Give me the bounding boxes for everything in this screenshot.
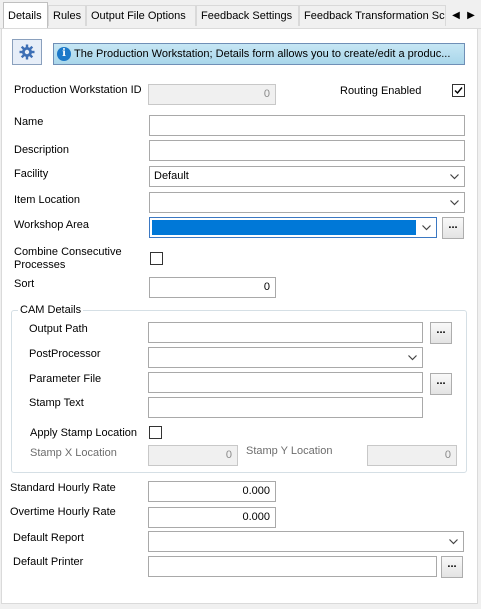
combine-label-line2: Processes	[14, 259, 66, 271]
output-path-input[interactable]	[148, 322, 423, 343]
postprocessor-select[interactable]	[148, 347, 423, 368]
facility-value: Default	[154, 170, 189, 182]
info-banner: i The Production Workstation; Details fo…	[53, 43, 465, 65]
facility-label: Facility	[14, 168, 49, 180]
apply-stamp-label: Apply Stamp Location	[30, 427, 138, 439]
default-report-select[interactable]	[148, 531, 464, 552]
workshop-area-browse-button[interactable]: ...	[442, 217, 464, 239]
sort-input[interactable]: 0	[149, 277, 276, 298]
description-label: Description	[14, 144, 70, 156]
chevron-down-icon[interactable]	[445, 168, 463, 185]
stamp-text-input[interactable]	[148, 397, 423, 418]
gear-icon	[12, 39, 42, 65]
default-printer-input[interactable]	[148, 556, 437, 577]
stamp-y-field[interactable]: 0	[367, 445, 457, 466]
default-printer-browse-button[interactable]: ...	[441, 556, 463, 578]
description-input[interactable]	[149, 140, 465, 161]
chevron-down-icon[interactable]	[444, 533, 462, 550]
cam-details-title: CAM Details	[18, 304, 84, 317]
facility-select[interactable]: Default	[149, 166, 465, 187]
parameter-file-browse-button[interactable]: ...	[430, 373, 452, 395]
name-input[interactable]	[149, 115, 465, 136]
stamp-text-label: Stamp Text	[29, 397, 84, 409]
routing-enabled-label: Routing Enabled	[340, 85, 422, 97]
tab-output-file-options[interactable]: Output File Options	[86, 5, 196, 26]
standard-rate-input[interactable]: 0.000	[148, 481, 276, 502]
output-path-browse-button[interactable]: ...	[430, 322, 452, 344]
stamp-x-label: Stamp X Location	[30, 447, 117, 459]
stamp-x-field[interactable]: 0	[148, 445, 238, 466]
item-location-label: Item Location	[14, 194, 81, 206]
chevron-down-icon[interactable]	[445, 194, 463, 211]
info-text: The Production Workstation; Details form…	[74, 48, 451, 60]
chevron-down-icon[interactable]	[403, 349, 421, 366]
postprocessor-label: PostProcessor	[29, 348, 101, 360]
sort-label: Sort	[14, 278, 35, 290]
default-report-label: Default Report	[13, 532, 84, 544]
selection-highlight	[152, 220, 416, 235]
chevron-down-icon[interactable]	[417, 219, 435, 236]
item-location-select[interactable]	[149, 192, 465, 213]
combine-processes-checkbox[interactable]	[150, 252, 163, 265]
parameter-file-input[interactable]	[148, 372, 423, 393]
name-label: Name	[14, 116, 44, 128]
standard-rate-label: Standard Hourly Rate	[10, 482, 116, 494]
tab-feedback-settings[interactable]: Feedback Settings	[196, 5, 299, 26]
tab-feedback-transformation[interactable]: Feedback Transformation Sc	[299, 5, 446, 26]
tab-scroll-left-icon[interactable]: ◀	[450, 8, 462, 24]
tab-scroll-right-icon[interactable]: ▶	[465, 8, 477, 24]
default-printer-label: Default Printer	[13, 556, 84, 568]
workstation-id-label: Production Workstation ID	[14, 84, 142, 96]
tab-rules[interactable]: Rules	[48, 5, 86, 26]
output-path-label: Output Path	[29, 323, 88, 335]
overtime-rate-input[interactable]: 0.000	[148, 507, 276, 528]
info-icon: i	[57, 47, 71, 61]
combine-label-line1: Combine Consecutive	[14, 246, 122, 258]
tab-details[interactable]: Details	[3, 2, 48, 28]
parameter-file-label: Parameter File	[29, 373, 102, 385]
workshop-area-select[interactable]	[149, 217, 437, 238]
apply-stamp-checkbox[interactable]	[149, 426, 162, 439]
overtime-rate-label: Overtime Hourly Rate	[10, 506, 116, 518]
workshop-area-label: Workshop Area	[14, 219, 90, 231]
workstation-id-field[interactable]: 0	[148, 84, 276, 105]
stamp-y-label: Stamp Y Location	[246, 445, 333, 457]
routing-enabled-checkbox[interactable]	[452, 84, 465, 97]
